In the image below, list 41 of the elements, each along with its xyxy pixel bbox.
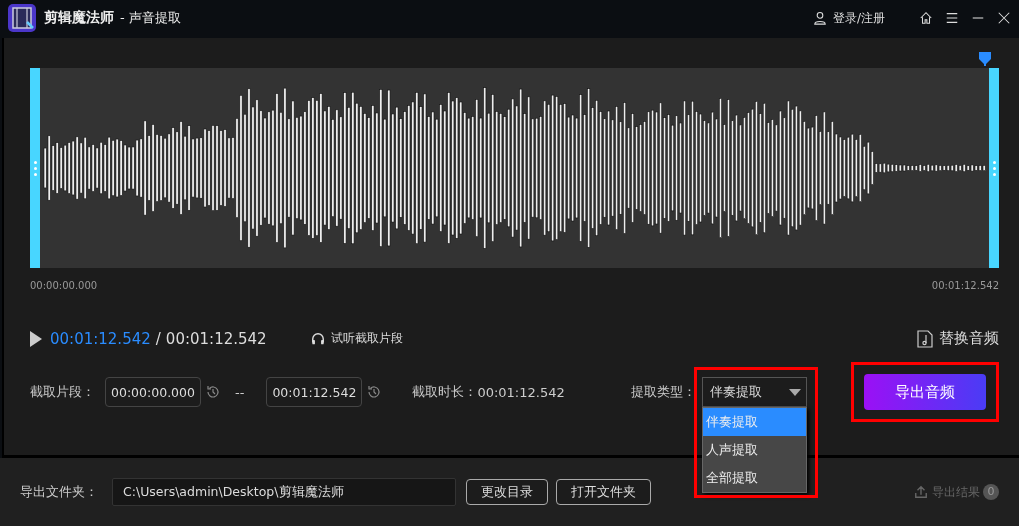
extract-type-dropdown[interactable]: 伴奏提取: [702, 377, 807, 407]
replace-audio-button[interactable]: 替换音频: [917, 329, 999, 348]
user-icon: [812, 11, 827, 25]
duration-label: 截取时长：: [412, 383, 478, 401]
headphones-icon: [310, 331, 325, 346]
home-icon[interactable]: [919, 11, 933, 25]
time-separator: /: [155, 329, 161, 348]
app-name: 剪辑魔法师: [44, 9, 114, 27]
clock-reset-icon[interactable]: [205, 384, 221, 400]
output-folder-label: 导出文件夹：: [20, 483, 98, 501]
clock-reset-icon[interactable]: [366, 384, 383, 400]
current-time: 00:01:12.542: [50, 329, 151, 348]
menu-icon[interactable]: [945, 11, 959, 25]
window-title: - 声音提取: [120, 9, 181, 27]
caret-icon: [789, 388, 801, 396]
results-count-badge: 0: [983, 484, 999, 500]
clip-label: 截取片段：: [30, 383, 95, 401]
timeline-start-time: 00:00:00.000: [30, 280, 98, 291]
change-directory-button[interactable]: 更改目录: [466, 479, 548, 505]
output-path-field[interactable]: C:\Users\admin\Desktop\剪辑魔法师: [112, 478, 456, 506]
trim-start-handle[interactable]: [30, 68, 40, 268]
open-folder-button[interactable]: 打开文件夹: [556, 479, 651, 505]
extract-type-label: 提取类型：: [631, 383, 696, 401]
login-link[interactable]: 登录/注册: [812, 9, 885, 27]
range-separator: --: [235, 384, 245, 400]
playhead-marker[interactable]: [979, 52, 991, 66]
upload-icon: [914, 485, 928, 499]
close-icon[interactable]: [997, 11, 1011, 25]
dropdown-option[interactable]: 全部提取: [703, 464, 806, 492]
clip-start-field[interactable]: 00:00:00.000: [105, 377, 201, 407]
timeline-end-time: 00:01:12.542: [931, 280, 999, 291]
music-file-icon: [917, 329, 933, 348]
play-icon[interactable]: [30, 330, 42, 347]
export-audio-button[interactable]: 导出音频: [864, 374, 986, 410]
duration-value: 00:01:12.542: [477, 384, 565, 400]
dropdown-option[interactable]: 人声提取: [703, 436, 806, 464]
total-time: 00:01:12.542: [165, 329, 267, 348]
preview-clip-button[interactable]: 试听截取片段: [310, 330, 403, 347]
film-logo-icon: [8, 4, 36, 32]
clip-end-field[interactable]: 00:01:12.542: [266, 377, 363, 407]
trim-end-handle[interactable]: [989, 68, 999, 268]
